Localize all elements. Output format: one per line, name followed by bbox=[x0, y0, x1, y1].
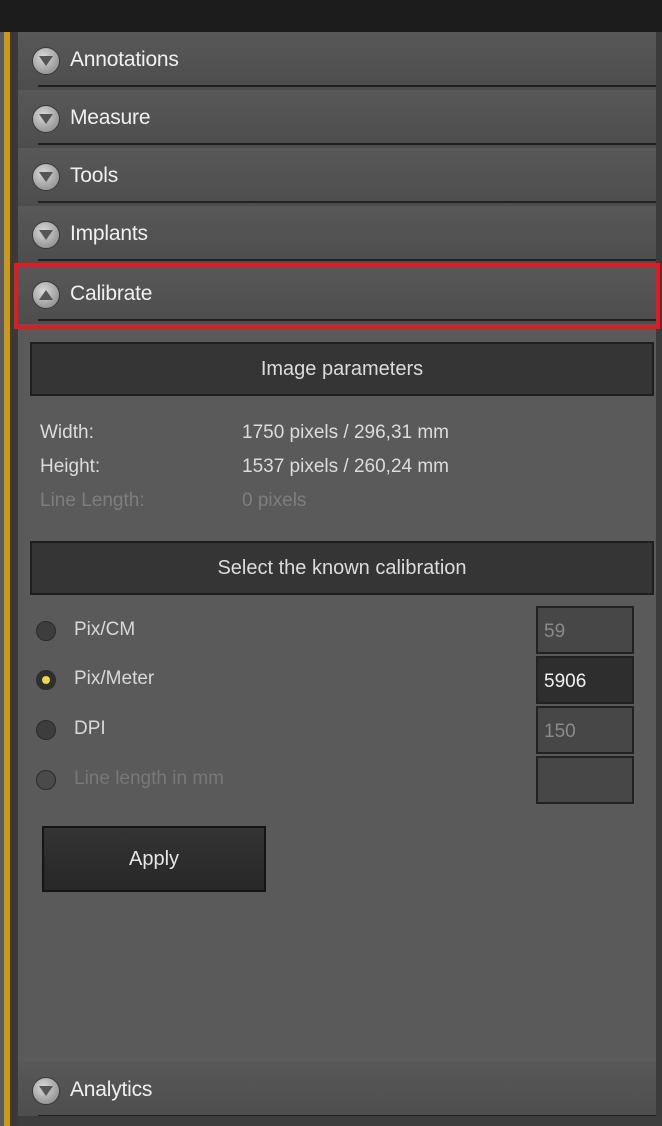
line-length-value: 0 pixels bbox=[242, 490, 307, 511]
height-value: 1537 pixels / 260,24 mm bbox=[242, 456, 450, 477]
pix-cm-field[interactable]: 59 bbox=[536, 606, 634, 654]
accordion-header-annotations[interactable]: Annotations bbox=[18, 32, 656, 90]
radio-button[interactable] bbox=[36, 720, 56, 740]
radio-button-selected[interactable] bbox=[36, 670, 56, 690]
accordion-header-tools[interactable]: Tools bbox=[18, 148, 656, 206]
calibrate-highlight-box bbox=[14, 263, 660, 329]
accordion-header-analytics[interactable]: Analytics bbox=[18, 1062, 656, 1120]
line-length-label: Line Length: bbox=[40, 490, 145, 511]
dpi-field[interactable]: 150 bbox=[536, 706, 634, 754]
panel-left-border bbox=[10, 32, 18, 1126]
chevron-down-icon bbox=[32, 105, 60, 133]
chevron-down-icon bbox=[32, 163, 60, 191]
image-parameters-header: Image parameters bbox=[30, 342, 654, 396]
panel-right-border bbox=[656, 32, 662, 1126]
accordion-label: Implants bbox=[70, 222, 148, 245]
chevron-down-icon bbox=[32, 1077, 60, 1105]
width-value: 1750 pixels / 296,31 mm bbox=[242, 422, 450, 443]
accordion-header-implants[interactable]: Implants bbox=[18, 206, 656, 264]
accordion-header-measure[interactable]: Measure bbox=[18, 90, 656, 148]
radio-label: Pix/Meter bbox=[74, 668, 155, 689]
chevron-down-icon bbox=[32, 47, 60, 75]
side-panel: Annotations Measure Tools Implants Calib… bbox=[0, 0, 662, 1126]
accordion-label: Annotations bbox=[70, 48, 179, 71]
height-label: Height: bbox=[40, 456, 101, 477]
radio-label: Pix/CM bbox=[74, 619, 136, 640]
width-label: Width: bbox=[40, 422, 94, 443]
radio-label: Line length in mm bbox=[74, 768, 224, 789]
bottom-edge bbox=[18, 1116, 662, 1126]
accordion-label: Tools bbox=[70, 164, 119, 187]
pix-meter-field[interactable]: 5906 bbox=[536, 656, 634, 704]
apply-button[interactable]: Apply bbox=[42, 826, 266, 892]
select-calibration-header: Select the known calibration bbox=[30, 541, 654, 595]
radio-button-disabled bbox=[36, 770, 56, 790]
accordion-label: Measure bbox=[70, 106, 151, 129]
line-length-field bbox=[536, 756, 634, 804]
radio-button[interactable] bbox=[36, 621, 56, 641]
chevron-down-icon bbox=[32, 221, 60, 249]
radio-label: DPI bbox=[74, 718, 106, 739]
top-band bbox=[0, 0, 662, 32]
accordion-label: Analytics bbox=[70, 1078, 153, 1101]
